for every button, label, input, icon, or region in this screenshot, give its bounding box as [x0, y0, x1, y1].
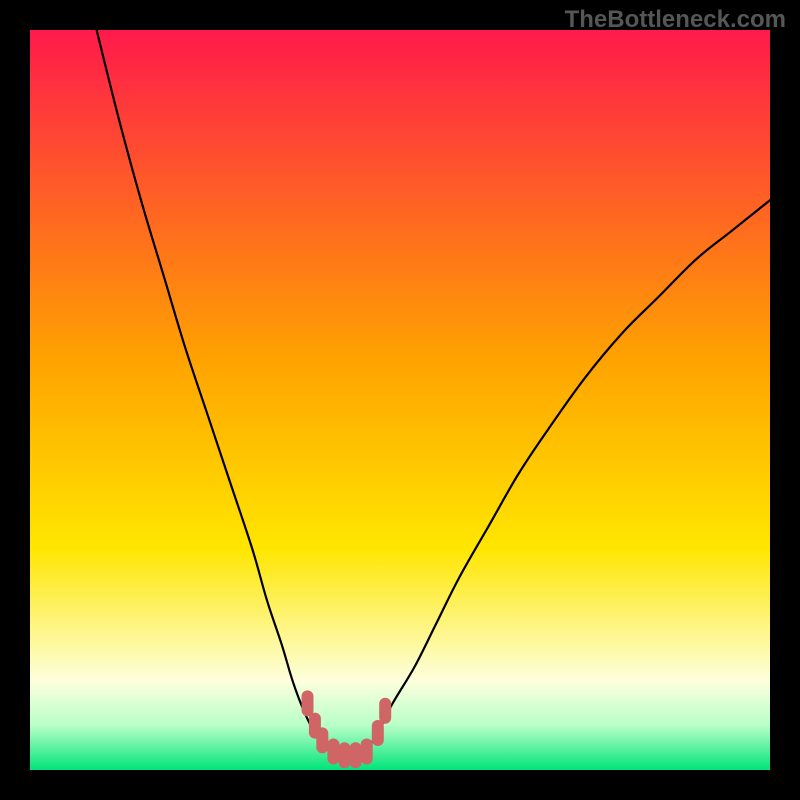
chart-svg	[30, 30, 770, 770]
chart-root: TheBottleneck.com	[0, 0, 800, 800]
marker-dot	[327, 739, 339, 765]
marker-dot	[372, 720, 384, 746]
marker-dot	[339, 742, 351, 768]
marker-dot	[302, 690, 314, 716]
marker-dot	[316, 727, 328, 753]
plot-area	[30, 30, 770, 770]
marker-dot	[379, 698, 391, 724]
marker-dot	[361, 739, 373, 765]
marker-dot	[350, 742, 362, 768]
gradient-background	[30, 30, 770, 770]
